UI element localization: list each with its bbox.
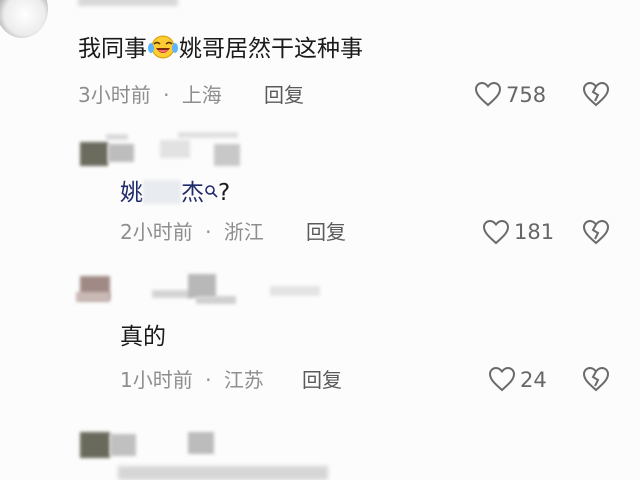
username-blurred[interactable] — [108, 144, 134, 162]
avatar — [76, 292, 110, 302]
comment-text: 真的 — [120, 324, 166, 350]
meta-separator: · — [205, 220, 212, 244]
like-count: 181 — [514, 220, 555, 244]
username-blurred — [160, 140, 190, 158]
meta-separator: · — [163, 83, 170, 107]
broken-heart-icon[interactable] — [582, 219, 610, 245]
reply-button[interactable]: 回复 — [264, 82, 304, 108]
username-blurred[interactable] — [78, 0, 178, 6]
comment-text-cut-off — [118, 466, 328, 480]
comment-location: 浙江 — [223, 220, 264, 244]
avatar[interactable] — [80, 432, 110, 458]
avatar[interactable] — [0, 0, 48, 38]
username-blurred[interactable] — [152, 290, 192, 298]
comment-time: 1小时前 — [120, 368, 193, 392]
comment-text-part: 杰 — [181, 180, 204, 206]
username-blurred — [270, 286, 320, 296]
username-blurred — [188, 274, 216, 298]
username-blurred[interactable] — [110, 434, 136, 456]
broken-heart-icon[interactable] — [582, 366, 610, 392]
like-count: 24 — [520, 368, 547, 392]
comment-location: 江苏 — [223, 368, 264, 392]
comment-text: 姚 杰? — [120, 176, 230, 208]
comment-time: 3小时前 — [78, 83, 151, 107]
search-icon[interactable] — [204, 176, 218, 198]
heart-icon[interactable] — [474, 81, 502, 107]
username-blurred — [188, 432, 214, 454]
username-blurred — [178, 132, 238, 138]
username-blurred — [196, 296, 236, 304]
like-count: 758 — [506, 83, 547, 107]
comment-text-part: 姚 — [120, 180, 143, 206]
username-blurred — [214, 144, 240, 166]
reply-button[interactable]: 回复 — [306, 219, 346, 245]
comment-text-part: ? — [218, 180, 231, 206]
comment-meta: 2小时前 · 浙江 — [120, 219, 264, 245]
redacted-text — [143, 180, 181, 204]
comment-time: 2小时前 — [120, 220, 193, 244]
comment-text-part: 姚哥居然干这种事 — [179, 36, 363, 62]
comment-text-part: 我同事 — [78, 36, 147, 62]
comment-location: 上海 — [181, 83, 222, 107]
comment-text: 我同事 姚哥居然干这种事 — [78, 34, 363, 64]
meta-separator: · — [205, 368, 212, 392]
comment-meta: 1小时前 · 江苏 — [120, 367, 264, 393]
heart-icon[interactable] — [482, 219, 510, 245]
username-blurred — [106, 134, 128, 140]
comment-meta: 3小时前 · 上海 — [78, 82, 222, 108]
laughing-crying-emoji-icon — [148, 34, 178, 60]
avatar[interactable] — [80, 142, 108, 166]
reply-button[interactable]: 回复 — [302, 367, 342, 393]
heart-icon[interactable] — [488, 366, 516, 392]
broken-heart-icon[interactable] — [582, 81, 610, 107]
